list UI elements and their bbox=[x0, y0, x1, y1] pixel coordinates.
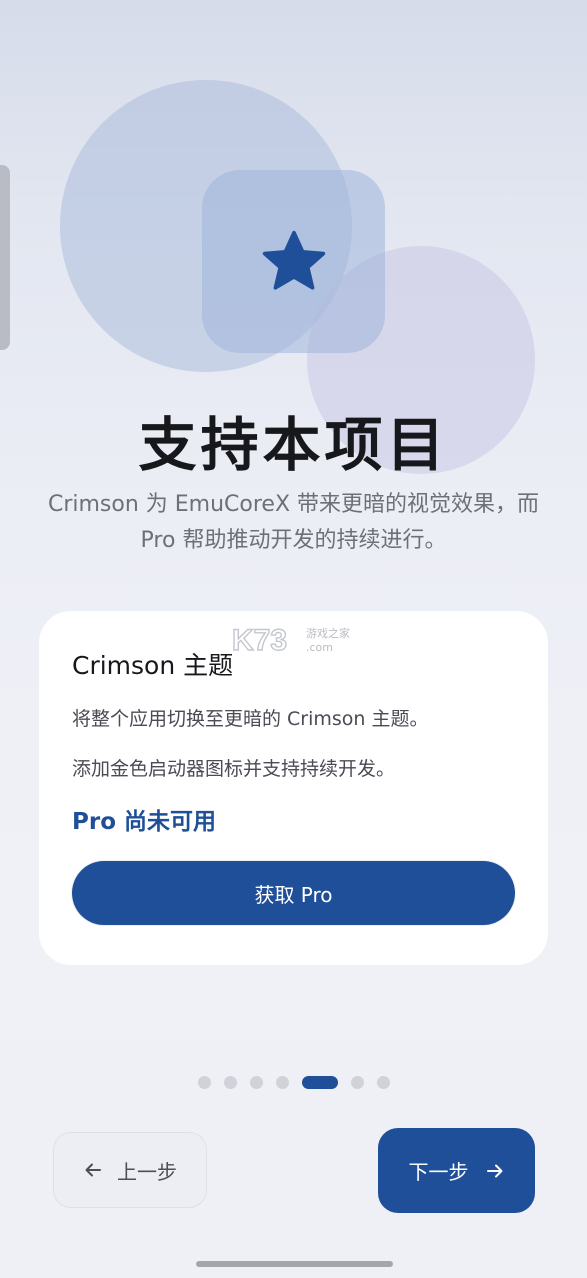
watermark-brand: K73 bbox=[232, 624, 287, 657]
watermark-site-name: 游戏之家 bbox=[306, 626, 350, 640]
pro-status-label: Pro 尚未可用 bbox=[72, 809, 217, 835]
page-subtitle: Crimson 为 EmuCoreX 带来更暗的视觉效果，而 Pro 帮助推动开… bbox=[47, 492, 540, 553]
page-dot bbox=[275, 1075, 289, 1089]
watermark-domain: .com bbox=[306, 641, 333, 654]
page-dot bbox=[223, 1075, 237, 1089]
home-indicator[interactable] bbox=[196, 1261, 393, 1267]
get-pro-button[interactable]: 获取 Pro bbox=[72, 861, 515, 925]
page-title: 支持本项目 bbox=[138, 411, 449, 479]
get-pro-label: 获取 Pro bbox=[254, 882, 333, 907]
page-dot bbox=[376, 1075, 390, 1089]
arrow-left-icon bbox=[83, 1160, 103, 1180]
arrow-right-icon bbox=[485, 1161, 505, 1181]
pro-feature-card: Crimson 主题 将整个应用切换至更暗的 Crimson 主题。 添加金色启… bbox=[39, 611, 548, 965]
card-description-2: 添加金色启动器图标并支持持续开发。 bbox=[72, 758, 396, 780]
page-dot bbox=[249, 1075, 263, 1089]
card-description-1: 将整个应用切换至更暗的 Crimson 主题。 bbox=[72, 708, 429, 730]
card-title: Crimson 主题 bbox=[72, 651, 234, 680]
page-dot-active bbox=[301, 1075, 338, 1089]
previous-button[interactable]: 上一步 bbox=[53, 1132, 207, 1208]
previous-label: 上一步 bbox=[117, 1159, 177, 1184]
page-indicator bbox=[0, 1075, 587, 1089]
star-icon bbox=[262, 230, 325, 290]
page-dot bbox=[197, 1075, 211, 1089]
watermark-logo: K73 游戏之家 .com bbox=[231, 623, 350, 657]
page-dot bbox=[350, 1075, 364, 1089]
hero-icon-tile bbox=[202, 170, 385, 353]
next-label: 下一步 bbox=[408, 1160, 469, 1184]
next-button[interactable]: 下一步 bbox=[378, 1128, 535, 1213]
